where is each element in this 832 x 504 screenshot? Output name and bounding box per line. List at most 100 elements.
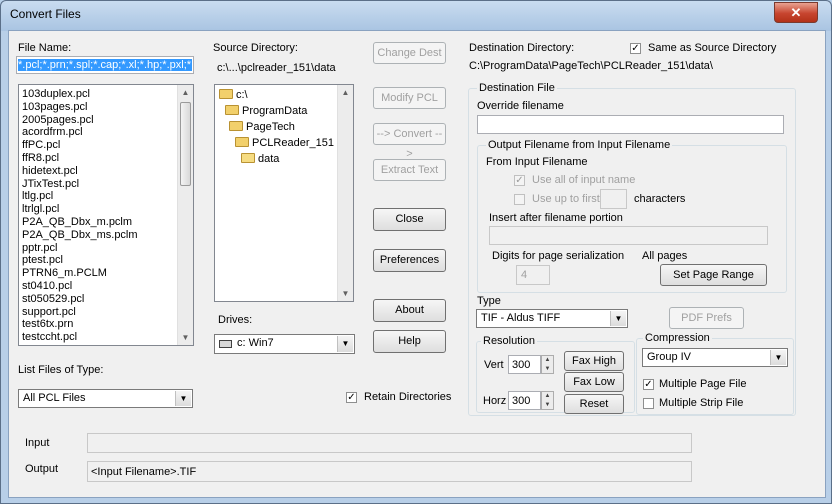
insert-after-input[interactable] [489, 226, 768, 245]
file-list-item[interactable]: PTRN6_m.PCLM [19, 267, 179, 280]
file-list-scrollbar[interactable]: ▲ ▼ [177, 85, 193, 345]
file-list-item[interactable]: JTixTest.pcl [19, 178, 179, 191]
file-list-item[interactable]: ltrlgl.pcl [19, 203, 179, 216]
output-field[interactable]: <Input Filename>.TIF [87, 461, 692, 482]
fax-high-button[interactable]: Fax High [564, 351, 624, 371]
chevron-down-icon[interactable]: ▼ [337, 336, 353, 352]
file-list-item[interactable]: P2A_QB_Dbx_m.pclm [19, 216, 179, 229]
scroll-up-icon[interactable]: ▲ [178, 85, 193, 100]
type-select[interactable]: TIF - Aldus TIFF ▼ [476, 309, 628, 328]
chevron-down-icon[interactable]: ▼ [175, 391, 191, 406]
folder-open-icon [219, 89, 233, 99]
scroll-down-icon[interactable]: ▼ [178, 330, 193, 345]
set-page-range-button[interactable]: Set Page Range [660, 264, 767, 286]
file-list-item[interactable]: 103duplex.pcl [19, 88, 179, 101]
file-list-item[interactable]: support.pcl [19, 306, 179, 319]
window-title: Convert Files [10, 7, 81, 21]
scroll-thumb[interactable] [180, 102, 191, 186]
scroll-down-icon[interactable]: ▼ [338, 286, 353, 301]
digits-serialization-label: Digits for page serialization [492, 250, 625, 262]
spin-up-icon[interactable]: ▲ [542, 392, 553, 401]
horz-spinner[interactable]: ▲ ▼ [541, 391, 554, 410]
dir-item-pagetech[interactable]: PageTech [229, 121, 295, 133]
file-name-input[interactable]: *.pcl;*.prn;*.spl;*.cap;*.xl;*.hp;*.pxl;… [16, 56, 194, 74]
use-all-input-name-checkbox[interactable]: ✓ [514, 175, 525, 186]
convert-button[interactable]: --> Convert --> [373, 123, 446, 160]
digits-serialization-input[interactable]: 4 [516, 265, 550, 285]
multiple-page-file-checkbox[interactable]: ✓ [643, 379, 654, 390]
multiple-page-file-label: Multiple Page File [659, 378, 747, 390]
extract-text-button[interactable]: Extract Text [373, 159, 446, 181]
drives-select[interactable]: c: Win7 ▼ [214, 334, 355, 354]
horz-resolution-value: 300 [512, 395, 531, 407]
vert-spinner[interactable]: ▲ ▼ [541, 355, 554, 374]
file-list[interactable]: 103duplex.pcl 103pages.pcl 2005pages.pcl ac… [18, 84, 194, 346]
digits-serialization-value: 4 [521, 269, 528, 281]
destination-file-group: Destination File Override filename Outpu… [468, 82, 796, 416]
file-list-item[interactable]: pptr.pcl [19, 242, 179, 255]
close-button[interactable]: Close [373, 208, 446, 231]
multiple-strip-file-label: Multiple Strip File [659, 397, 744, 409]
modify-pcl-button[interactable]: Modify PCL [373, 87, 446, 109]
file-list-item[interactable]: testccht.pcl [19, 331, 179, 344]
scroll-up-icon[interactable]: ▲ [338, 85, 353, 100]
all-pages-label: All pages [642, 250, 688, 262]
about-button[interactable]: About [373, 299, 446, 322]
file-list-item[interactable]: ffR8.pcl [19, 152, 179, 165]
fax-low-button[interactable]: Fax Low [564, 372, 624, 392]
dir-item-programdata[interactable]: ProgramData [225, 105, 307, 117]
chevron-down-icon[interactable]: ▼ [610, 311, 626, 326]
folder-open-icon [225, 105, 239, 115]
file-list-item[interactable]: ptest.pcl [19, 254, 179, 267]
file-list-item[interactable]: st050529.pcl [19, 293, 179, 306]
compression-select[interactable]: Group IV ▼ [642, 348, 788, 367]
file-list-item[interactable]: 103pages.pcl [19, 101, 179, 114]
resolution-group-title: Resolution [481, 335, 537, 347]
characters-count-input[interactable] [600, 189, 627, 209]
close-icon: ✕ [790, 5, 802, 20]
folder-open-icon [229, 121, 243, 131]
drives-label: Drives: [218, 314, 253, 326]
change-dest-button[interactable]: Change Dest [373, 42, 446, 64]
file-list-item[interactable]: ltlg.pcl [19, 190, 179, 203]
horz-resolution-input[interactable]: 300 [508, 391, 541, 410]
dir-item-data[interactable]: data [241, 153, 279, 165]
spin-down-icon[interactable]: ▼ [542, 401, 553, 410]
multiple-strip-file-checkbox[interactable] [643, 398, 654, 409]
compression-group: Compression Group IV ▼ ✓ Multiple Page F… [636, 332, 794, 415]
folder-open-icon [241, 153, 255, 163]
file-list-item[interactable]: acordfrm.pcl [19, 126, 179, 139]
input-field[interactable] [87, 433, 692, 453]
window-close-button[interactable]: ✕ [774, 2, 818, 23]
same-as-source-checkbox[interactable]: ✓ [630, 43, 641, 54]
insert-after-label: Insert after filename portion [489, 212, 623, 224]
override-filename-input[interactable] [477, 115, 784, 134]
file-list-item[interactable]: 2005pages.pcl [19, 114, 179, 127]
directory-tree-scrollbar[interactable]: ▲ ▼ [337, 85, 353, 301]
spin-down-icon[interactable]: ▼ [542, 365, 553, 374]
list-type-value: All PCL Files [23, 392, 86, 404]
list-type-select[interactable]: All PCL Files ▼ [18, 389, 193, 408]
pdf-prefs-button[interactable]: PDF Prefs [669, 307, 744, 329]
preferences-button[interactable]: Preferences [373, 249, 446, 272]
directory-tree[interactable]: c:\ ProgramData PageTech PCLReader_151 d… [214, 84, 354, 302]
output-label: Output [25, 463, 59, 475]
use-up-to-first-checkbox[interactable] [514, 194, 525, 205]
file-name-value: *.pcl;*.prn;*.spl;*.cap;*.xl;*.hp;*.pxl;… [18, 59, 192, 71]
file-list-item[interactable]: hidetext.pcl [19, 165, 179, 178]
characters-label: characters [634, 193, 686, 205]
dir-item-root[interactable]: c:\ [219, 89, 248, 101]
retain-directories-checkbox[interactable]: ✓ [346, 392, 357, 403]
file-list-item[interactable]: P2A_QB_Dbx_ms.pclm [19, 229, 179, 242]
dir-item-pclreader[interactable]: PCLReader_151 [235, 137, 334, 149]
help-button[interactable]: Help [373, 330, 446, 353]
vert-resolution-value: 300 [512, 359, 531, 371]
file-list-item[interactable]: test6tx.prn [19, 318, 179, 331]
spin-up-icon[interactable]: ▲ [542, 356, 553, 365]
chevron-down-icon[interactable]: ▼ [770, 350, 786, 365]
title-bar[interactable]: Convert Files ✕ [1, 1, 831, 29]
file-list-item[interactable]: st0410.pcl [19, 280, 179, 293]
vert-resolution-input[interactable]: 300 [508, 355, 541, 374]
reset-button[interactable]: Reset [564, 394, 624, 414]
file-list-item[interactable]: ffPC.pcl [19, 139, 179, 152]
